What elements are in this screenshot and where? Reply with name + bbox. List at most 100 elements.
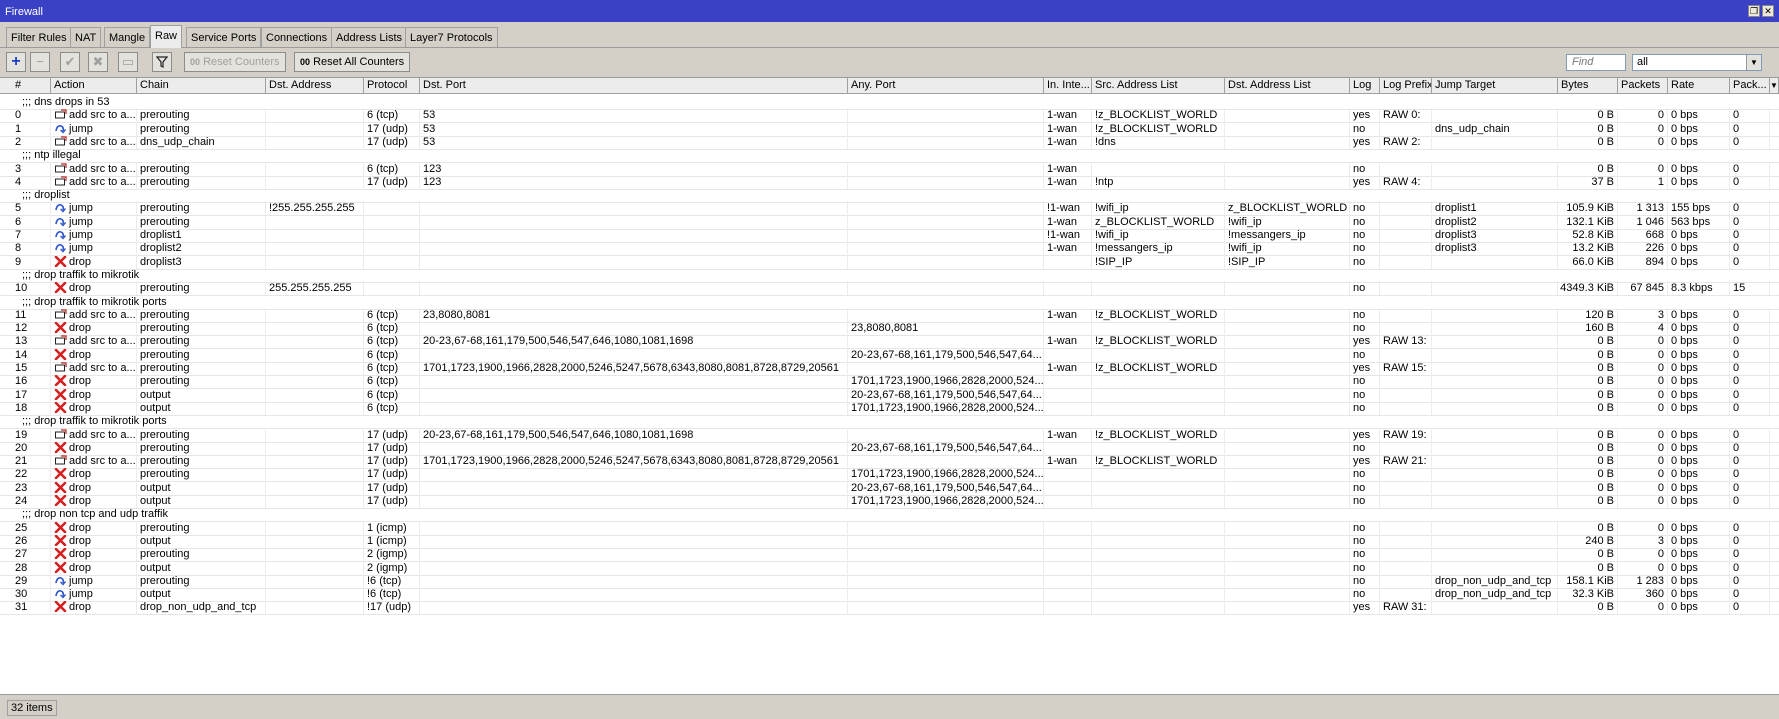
cell-dst-address bbox=[266, 560, 364, 575]
header-col-rate[interactable]: Rate bbox=[1668, 78, 1730, 94]
cell-bytes: 0 B bbox=[1558, 161, 1618, 176]
header-col-packets[interactable]: Packets bbox=[1618, 78, 1668, 94]
jump-arrow-icon bbox=[55, 217, 67, 227]
table-row[interactable]: 31 drop drop_non_udp_and_tcp !17 (udp) yes RA… bbox=[0, 600, 1779, 616]
cell-protocol: 17 (udp) bbox=[364, 454, 420, 469]
cell-src-address-list bbox=[1092, 467, 1225, 482]
cell-src-address-list bbox=[1092, 587, 1225, 602]
cell-dst-port bbox=[420, 560, 848, 575]
add-rule-button[interactable]: + bbox=[6, 52, 26, 72]
cell-dst-address-list bbox=[1225, 321, 1350, 336]
header-col-log-prefix[interactable]: Log Prefix bbox=[1380, 78, 1432, 94]
cell-src-address-list: !z_BLOCKLIST_WORLD bbox=[1092, 361, 1225, 375]
cell-num: 28 bbox=[12, 560, 51, 575]
tab-address-lists[interactable]: Address Lists bbox=[331, 27, 408, 47]
filter-select[interactable]: all ▼ bbox=[1632, 54, 1762, 71]
cell-in-interface bbox=[1044, 573, 1092, 588]
cell-dst-address bbox=[266, 228, 364, 242]
header-col-log[interactable]: Log bbox=[1350, 78, 1380, 94]
tab-mangle[interactable]: Mangle bbox=[104, 27, 151, 47]
tab-filter-rules[interactable]: Filter Rules bbox=[6, 27, 72, 47]
cell-pack: 0 bbox=[1730, 241, 1770, 256]
cell-dst-port bbox=[420, 201, 848, 216]
find-input[interactable]: Find bbox=[1566, 54, 1626, 71]
cell-any-port: 1701,1723,1900,1966,2828,2000,524... bbox=[848, 374, 1044, 389]
header-col-src-address-list[interactable]: Src. Address List bbox=[1092, 78, 1225, 94]
rule-comment: ;;; drop non tcp and udp traffik bbox=[22, 508, 168, 521]
action-label: drop bbox=[69, 561, 92, 574]
cell-log-prefix bbox=[1380, 241, 1432, 256]
header-col-chain[interactable]: Chain bbox=[137, 78, 266, 94]
filter-button[interactable] bbox=[152, 52, 172, 72]
cell-in-interface bbox=[1044, 547, 1092, 562]
header-col-dst-port[interactable]: Dst. Port bbox=[420, 78, 848, 94]
cell-jump-target bbox=[1432, 520, 1558, 535]
cell-packets: 360 bbox=[1618, 587, 1668, 602]
cell-action: jump bbox=[51, 587, 137, 602]
tab-connections[interactable]: Connections bbox=[261, 27, 333, 47]
cell-in-interface: 1-wan bbox=[1044, 161, 1092, 176]
cell-protocol: 17 (udp) bbox=[364, 121, 420, 136]
header-col-in-interface[interactable]: In. Inte... bbox=[1044, 78, 1092, 94]
reset-counters-button[interactable]: 00 Reset Counters bbox=[184, 52, 286, 72]
tab-raw[interactable]: Raw bbox=[150, 25, 183, 48]
header-col-action[interactable]: Action bbox=[51, 78, 137, 94]
column-menu-chevron-icon[interactable]: ▼ bbox=[1770, 78, 1779, 94]
cell-protocol bbox=[364, 201, 420, 216]
cell-protocol: 6 (tcp) bbox=[364, 387, 420, 402]
restore-window-button[interactable]: ❐ bbox=[1748, 5, 1760, 17]
cell-packets: 0 bbox=[1618, 400, 1668, 415]
cell-bytes: 120 B bbox=[1558, 307, 1618, 322]
header-col-dst-address[interactable]: Dst. Address bbox=[266, 78, 364, 94]
cell-rate: 0 bps bbox=[1668, 121, 1730, 136]
cell-dst-address bbox=[266, 454, 364, 469]
enable-rule-button[interactable]: ✔ bbox=[60, 52, 80, 72]
cell-dst-port bbox=[420, 214, 848, 229]
cell-jump-target bbox=[1432, 560, 1558, 575]
cell-log: no bbox=[1350, 560, 1380, 575]
reset-all-counters-button[interactable]: 00 Reset All Counters bbox=[294, 52, 411, 72]
cell-bytes: 4349.3 KiB bbox=[1558, 281, 1618, 296]
cell-num: 19 bbox=[12, 427, 51, 442]
cell-in-interface bbox=[1044, 560, 1092, 575]
header-col-any-port[interactable]: Any. Port bbox=[848, 78, 1044, 94]
cell-pack: 0 bbox=[1730, 321, 1770, 336]
header-col-jump-target[interactable]: Jump Target bbox=[1432, 78, 1558, 94]
cell-in-interface bbox=[1044, 440, 1092, 455]
cell-src-address-list bbox=[1092, 600, 1225, 615]
cell-in-interface bbox=[1044, 533, 1092, 548]
cell-pack: 0 bbox=[1730, 214, 1770, 229]
tab-layer7-protocols[interactable]: Layer7 Protocols bbox=[405, 27, 498, 47]
cell-any-port bbox=[848, 174, 1044, 189]
cell-protocol: 17 (udp) bbox=[364, 427, 420, 442]
reset-counters-label: Reset Counters bbox=[203, 56, 280, 68]
comment-button[interactable]: ▭ bbox=[118, 52, 138, 72]
cell-dst-address bbox=[266, 427, 364, 442]
header-col-num[interactable]: # bbox=[12, 78, 51, 94]
cell-num: 22 bbox=[12, 467, 51, 482]
action-label: drop bbox=[69, 388, 92, 401]
cell-pack: 0 bbox=[1730, 533, 1770, 548]
cell-src-address-list bbox=[1092, 480, 1225, 495]
cell-jump-target: droplist3 bbox=[1432, 241, 1558, 256]
disable-rule-button[interactable]: ✖ bbox=[88, 52, 108, 72]
cell-pack: 0 bbox=[1730, 560, 1770, 575]
remove-rule-button[interactable]: − bbox=[30, 52, 50, 72]
cell-packets: 0 bbox=[1618, 361, 1668, 375]
cell-any-port bbox=[848, 161, 1044, 176]
cell-num: 20 bbox=[12, 440, 51, 455]
cell-log: no bbox=[1350, 228, 1380, 242]
close-window-button[interactable]: ✕ bbox=[1762, 5, 1774, 17]
cell-pack: 0 bbox=[1730, 587, 1770, 602]
tab-service-ports[interactable]: Service Ports bbox=[186, 27, 262, 47]
action-label: jump bbox=[69, 574, 93, 587]
cell-bytes: 0 B bbox=[1558, 467, 1618, 482]
cell-src-address-list bbox=[1092, 281, 1225, 296]
cell-dst-port: 20-23,67-68,161,179,500,546,547,646,1080… bbox=[420, 334, 848, 349]
header-col-bytes[interactable]: Bytes bbox=[1558, 78, 1618, 94]
header-col-pack[interactable]: Pack... bbox=[1730, 78, 1770, 94]
header-col-protocol[interactable]: Protocol bbox=[364, 78, 420, 94]
cell-jump-target bbox=[1432, 334, 1558, 349]
header-col-dst-address-list[interactable]: Dst. Address List bbox=[1225, 78, 1350, 94]
tab-nat[interactable]: NAT bbox=[70, 27, 102, 47]
